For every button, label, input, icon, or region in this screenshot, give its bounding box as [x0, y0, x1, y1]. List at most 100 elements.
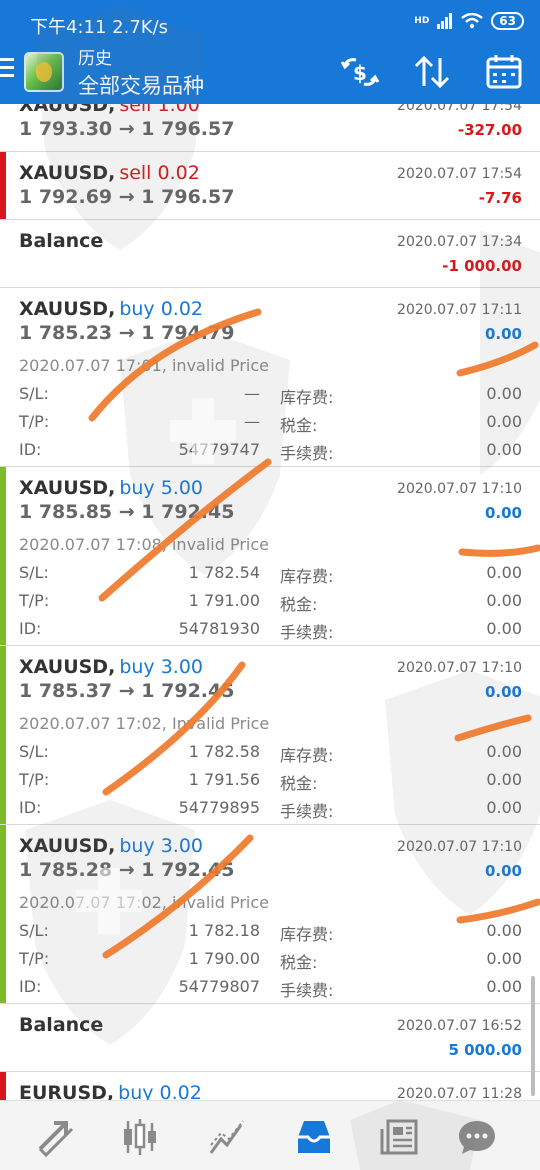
trade-row-expanded[interactable]: XAUUSD, buy 5.00 1 785.85 → 1 792.45 2020…	[0, 467, 540, 646]
signal-icon	[437, 13, 453, 29]
tp-value: —	[244, 412, 260, 431]
id-value: 54779895	[178, 798, 260, 817]
buy-indicator-bar	[0, 825, 6, 1003]
commission-label: 手续费:	[280, 444, 334, 463]
trade-action: buy 3.00	[119, 656, 204, 678]
trade-symbol: EURUSD, buy 0.02	[19, 1082, 202, 1100]
sl-value: 1 782.54	[188, 563, 260, 582]
trade-datetime: 2020.07.07 17:54	[397, 104, 522, 114]
trade-prices: 1 785.85 → 1 792.45	[19, 501, 235, 523]
commission-label: 手续费:	[280, 981, 334, 1000]
id-label: ID:	[19, 977, 42, 996]
scrollbar[interactable]	[531, 976, 535, 1096]
swap-label: 库存费:	[280, 567, 334, 586]
trade-symbol: XAUUSD, buy 0.02	[19, 298, 204, 320]
commission-label: 手续费:	[280, 802, 334, 821]
indicator-bar	[0, 1072, 6, 1100]
trade-action: buy 0.02	[118, 1082, 202, 1100]
symbol-filter-title[interactable]: 全部交易品种	[78, 70, 204, 100]
tax-label: 税金:	[280, 416, 318, 435]
battery-icon: 63	[491, 12, 524, 30]
trade-datetime: 2020.07.07 17:10	[397, 839, 522, 855]
trade-row[interactable]: XAUUSD, sell 0.02 1 792.69 → 1 796.57 202…	[0, 152, 540, 220]
buy-indicator-bar	[0, 467, 6, 645]
history-inbox-icon[interactable]	[292, 1115, 336, 1159]
trade-note: 2020.07.07 17:02, Invalid Price	[19, 714, 270, 733]
currency-exchange-icon[interactable]: $	[338, 50, 382, 94]
trade-row[interactable]: EURUSD, buy 0.02 2020.07.07 11:28	[0, 1072, 540, 1100]
trade-datetime: 2020.07.07 11:28	[397, 1086, 522, 1100]
trade-datetime: 2020.07.07 17:10	[397, 481, 522, 497]
trade-datetime: 2020.07.07 17:54	[397, 166, 522, 182]
swap-value: 0.00	[486, 742, 522, 761]
trade-datetime: 2020.07.07 17:11	[397, 302, 522, 318]
tp-value: 1 791.56	[188, 770, 260, 789]
trade-row-expanded[interactable]: XAUUSD, buy 3.00 1 785.28 → 1 792.45 2020…	[0, 825, 540, 1004]
status-bar: 下午4:11 2.7K/s HD 63	[0, 0, 540, 48]
balance-label: Balance	[19, 230, 104, 252]
commission-value: 0.00	[486, 440, 522, 459]
tax-label: 税金:	[280, 953, 318, 972]
id-label: ID:	[19, 798, 42, 817]
id-value: 54779807	[178, 977, 260, 996]
news-icon[interactable]	[378, 1115, 422, 1159]
trade-symbol: XAUUSD, buy 5.00	[19, 477, 204, 499]
calendar-icon[interactable]	[482, 50, 526, 94]
id-label: ID:	[19, 440, 42, 459]
network-label: HD	[414, 15, 430, 26]
trade-action: sell 1.00	[119, 104, 200, 116]
trade-action: buy 3.00	[119, 835, 204, 857]
trade-action: buy 5.00	[119, 477, 204, 499]
id-value: 54781930	[178, 619, 260, 638]
line-chart-icon[interactable]	[205, 1115, 249, 1159]
trade-note: 2020.07.07 17:02, invalid Price	[19, 893, 269, 912]
tax-value: 0.00	[486, 949, 522, 968]
trade-profit: 0.00	[484, 325, 522, 343]
trade-row-expanded[interactable]: XAUUSD, buy 0.02 1 785.23 → 1 794.79 2020…	[0, 288, 540, 467]
trade-prices: 1 793.30 → 1 796.57	[19, 118, 235, 140]
trade-profit: 0.00	[484, 683, 522, 701]
trade-symbol: XAUUSD, buy 3.00	[19, 656, 204, 678]
wifi-icon	[461, 13, 484, 29]
balance-amount: -1 000.00	[442, 257, 522, 275]
balance-label: Balance	[19, 1014, 104, 1036]
balance-datetime: 2020.07.07 16:52	[397, 1018, 522, 1034]
tp-label: T/P:	[19, 591, 50, 610]
trade-prices: 1 785.28 → 1 792.45	[19, 859, 235, 881]
chat-icon[interactable]	[455, 1115, 499, 1159]
swap-label: 库存费:	[280, 925, 334, 944]
balance-row[interactable]: Balance 2020.07.07 17:34 -1 000.00	[0, 220, 540, 288]
sl-value: 1 782.18	[188, 921, 260, 940]
trade-prices: 1 785.23 → 1 794.79	[19, 322, 235, 344]
sell-indicator-bar	[0, 152, 6, 219]
commission-label: 手续费:	[280, 623, 334, 642]
commission-value: 0.00	[486, 619, 522, 638]
sl-label: S/L:	[19, 563, 49, 582]
trade-note: 2020.07.07 17:01, invalid Price	[19, 356, 269, 375]
trade-icon[interactable]	[32, 1115, 76, 1159]
balance-row[interactable]: Balance 2020.07.07 16:52 5 000.00	[0, 1004, 540, 1072]
sort-icon[interactable]	[410, 50, 454, 94]
app-header: 下午4:11 2.7K/s HD 63 历史 全部交易品种 $	[0, 0, 540, 104]
commission-value: 0.00	[486, 977, 522, 996]
trade-note: 2020.07.07 17:08, invalid Price	[19, 535, 269, 554]
swap-value: 0.00	[486, 921, 522, 940]
sl-label: S/L:	[19, 921, 49, 940]
app-logo	[24, 52, 64, 92]
page-title: 历史	[78, 49, 112, 69]
tp-label: T/P:	[19, 949, 50, 968]
candlestick-chart-icon[interactable]	[118, 1115, 162, 1159]
trade-row[interactable]: XAUUSD, sell 1.00 1 793.30 → 1 796.57 202…	[0, 104, 540, 152]
trade-action: sell 0.02	[119, 162, 200, 184]
trade-row-expanded[interactable]: XAUUSD, buy 3.00 1 785.37 → 1 792.45 2020…	[0, 646, 540, 825]
tax-label: 税金:	[280, 774, 318, 793]
trade-datetime: 2020.07.07 17:10	[397, 660, 522, 676]
menu-icon[interactable]	[0, 58, 14, 82]
sl-label: S/L:	[19, 742, 49, 761]
swap-label: 库存费:	[280, 388, 334, 407]
history-list[interactable]: XAUUSD, sell 1.00 1 793.30 → 1 796.57 202…	[0, 104, 540, 1100]
trade-symbol: XAUUSD, buy 3.00	[19, 835, 204, 857]
trade-profit: -327.00	[457, 121, 522, 139]
sl-value: 1 782.58	[188, 742, 260, 761]
id-value: 54779747	[178, 440, 260, 459]
